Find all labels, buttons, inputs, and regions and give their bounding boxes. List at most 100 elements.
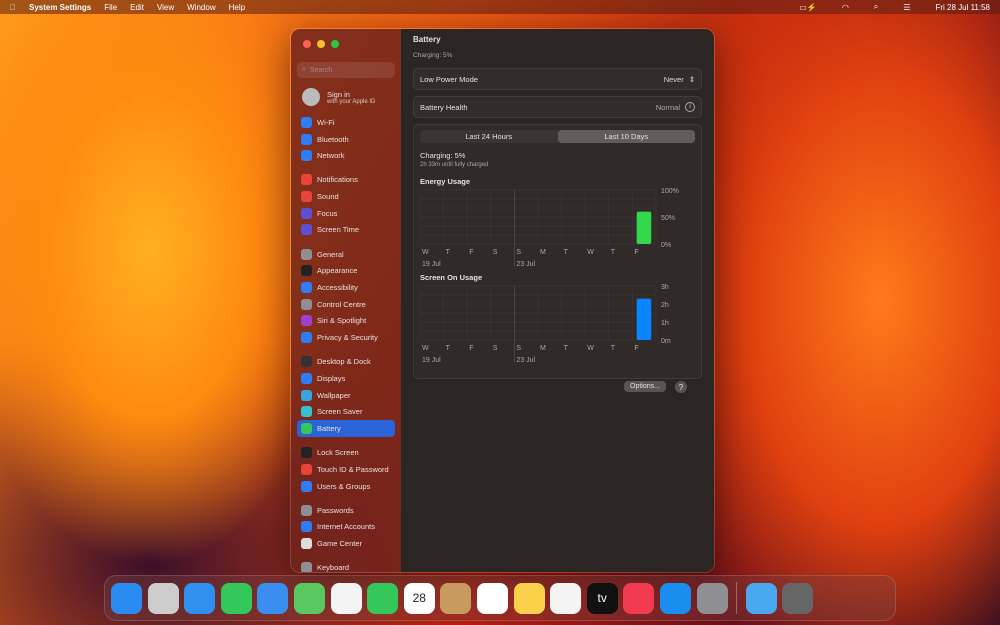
sidebar-item-focus[interactable]: Focus: [297, 205, 395, 222]
bell-icon: [301, 174, 312, 186]
x-tick-label: W: [422, 249, 429, 256]
sidebar-item-accessibility[interactable]: Accessibility: [297, 279, 395, 296]
safari-icon[interactable]: [184, 582, 216, 614]
sidebar-item-touch-id-password[interactable]: Touch ID & Password: [297, 461, 395, 478]
screen-on-usage-title: Screen On Usage: [420, 273, 483, 282]
gear-icon: [301, 248, 312, 260]
screensaver-icon: [301, 406, 312, 418]
tab-last-10-days[interactable]: Last 10 Days: [557, 130, 695, 143]
sidebar-item-notifications[interactable]: Notifications: [297, 172, 395, 189]
display-icon: [301, 372, 312, 384]
at-icon: [301, 521, 312, 533]
contacts-icon[interactable]: [440, 582, 472, 614]
sidebar-item-sound[interactable]: Sound: [297, 188, 395, 205]
downloads-icon[interactable]: [745, 582, 777, 614]
sidebar-item-lock-screen[interactable]: Lock Screen: [297, 444, 395, 461]
facetime-icon[interactable]: [367, 582, 399, 614]
photos-icon[interactable]: [330, 582, 362, 614]
sidebar-item-displays[interactable]: Displays: [297, 370, 395, 387]
finder-icon[interactable]: [111, 582, 142, 614]
battery-icon: [301, 423, 312, 435]
help-button[interactable]: ?: [675, 381, 687, 393]
apple-id-signin[interactable]: Sign in with your Apple ID: [302, 88, 395, 106]
search-icon: ⌕: [302, 66, 306, 73]
apple-menu-icon[interactable]: : [10, 3, 16, 12]
sidebar-item-game-center[interactable]: Game Center: [297, 535, 395, 552]
wifi-status-icon[interactable]: ◠: [842, 3, 849, 12]
sidebar-item-label: Touch ID & Password: [317, 464, 389, 474]
menu-help[interactable]: Help: [229, 3, 245, 12]
sidebar-item-siri-spotlight[interactable]: Siri & Spotlight: [297, 313, 395, 330]
y-tick-label: 0m: [661, 338, 671, 345]
sidebar-item-network[interactable]: Network: [297, 147, 395, 164]
maps-icon[interactable]: [293, 582, 325, 614]
menu-file[interactable]: File: [104, 3, 117, 12]
trash-icon[interactable]: [782, 582, 814, 614]
tab-last-24-hours[interactable]: Last 24 Hours: [420, 130, 558, 143]
sidebar-item-users-groups[interactable]: Users & Groups: [297, 478, 395, 495]
menu-view[interactable]: View: [157, 3, 174, 12]
minimize-button[interactable]: [317, 40, 325, 48]
sidebar-item-internet-accounts[interactable]: Internet Accounts: [297, 519, 395, 536]
avatar: [302, 88, 320, 106]
mail-icon[interactable]: [257, 582, 289, 614]
music-icon[interactable]: [623, 582, 655, 614]
sidebar-item-wi-fi[interactable]: Wi-Fi: [297, 114, 395, 131]
x-tick-label: S: [493, 249, 498, 256]
accessibility-icon: [301, 282, 312, 294]
x-tick-label: T: [564, 345, 569, 352]
notes-icon[interactable]: [513, 582, 545, 614]
options-button[interactable]: Options...: [624, 381, 666, 392]
sidebar-item-screen-saver[interactable]: Screen Saver: [297, 404, 395, 421]
sidebar-item-keyboard[interactable]: Keyboard: [297, 560, 395, 572]
screen-on-usage-chart: 0m 1h 2h 3h W 19 Jul T F S S 23 Jul M T W T F: [419, 284, 671, 364]
sidebar-item-label: Network: [317, 151, 345, 161]
calendar-icon[interactable]: 28: [403, 582, 435, 614]
x-tick-label: F: [634, 345, 638, 352]
sidebar-item-appearance[interactable]: Appearance: [297, 263, 395, 280]
tv-icon[interactable]: tv: [586, 582, 618, 614]
zoom-button[interactable]: [331, 40, 339, 48]
control-centre-icon[interactable]: ☰: [903, 3, 910, 12]
hand-icon: [301, 332, 312, 344]
close-button[interactable]: [303, 40, 311, 48]
sidebar-item-desktop-dock[interactable]: Desktop & Dock: [297, 353, 395, 370]
sidebar-item-general[interactable]: General: [297, 246, 395, 263]
battery-status-icon[interactable]: ▭⚡: [799, 3, 817, 12]
dock-icon: [301, 356, 312, 368]
info-icon[interactable]: i: [685, 102, 695, 112]
app-store-icon[interactable]: [659, 582, 691, 614]
system-settings-icon[interactable]: [696, 582, 728, 614]
y-tick-label: 2h: [661, 302, 669, 309]
menu-bar:  System Settings File Edit View Window …: [0, 0, 1000, 14]
search-input[interactable]: ⌕ Search: [297, 62, 395, 78]
menu-edit[interactable]: Edit: [130, 3, 144, 12]
sidebar-item-wallpaper[interactable]: Wallpaper: [297, 387, 395, 404]
y-tick-label: 0%: [661, 242, 671, 249]
sidebar-item-battery[interactable]: Battery: [297, 420, 395, 437]
sidebar-item-label: Passwords: [317, 505, 354, 515]
spotlight-icon[interactable]: ⌕: [874, 2, 878, 12]
battery-health-row: Battery Health Normal i: [413, 96, 702, 118]
x-tick-label: T: [446, 345, 451, 352]
sidebar-item-passwords[interactable]: Passwords: [297, 502, 395, 519]
messages-icon[interactable]: [220, 582, 252, 614]
sidebar-item-bluetooth[interactable]: Bluetooth: [297, 131, 395, 148]
appearance-icon: [301, 265, 312, 277]
launchpad-icon[interactable]: [147, 582, 179, 614]
sidebar-item-screen-time[interactable]: Screen Time: [297, 222, 395, 239]
keyboard-icon: [301, 562, 312, 572]
reminders-icon[interactable]: [476, 582, 508, 614]
menu-window[interactable]: Window: [187, 3, 215, 12]
battery-pane: Battery Charging: 5% Low Power Mode Never…: [401, 29, 714, 572]
low-power-mode-select[interactable]: Never ⇕: [664, 75, 695, 84]
bar: [636, 211, 652, 244]
clock[interactable]: Fri 28 Jul 11:58: [935, 3, 990, 12]
energy-usage-chart: 0% 50% 100% W 19 Jul T F S S 23 Jul M T W T F: [419, 188, 679, 268]
sidebar-item-label: Appearance: [317, 266, 358, 276]
app-menu[interactable]: System Settings: [29, 3, 91, 12]
sidebar-item-control-centre[interactable]: Control Centre: [297, 296, 395, 313]
low-power-mode-row: Low Power Mode Never ⇕: [413, 68, 702, 90]
sidebar-item-privacy-security[interactable]: Privacy & Security: [297, 329, 395, 346]
freeform-icon[interactable]: [550, 582, 582, 614]
